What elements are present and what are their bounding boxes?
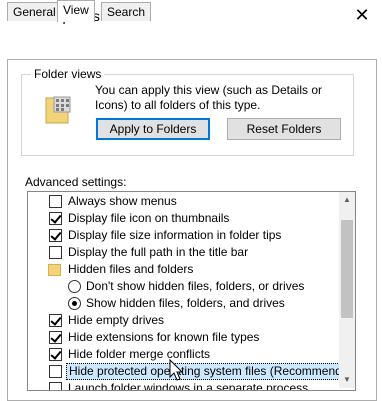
folder-icon <box>45 96 71 124</box>
apply-to-folders-button[interactable]: Apply to Folders <box>96 118 210 140</box>
folder-views-title: Folder views <box>31 67 105 81</box>
mouse-cursor-icon <box>169 359 183 381</box>
tab-search[interactable]: Search <box>101 2 152 21</box>
checkbox[interactable] <box>49 195 62 208</box>
tab-view[interactable]: View <box>57 0 95 22</box>
checkbox[interactable] <box>49 331 62 344</box>
checkbox[interactable] <box>49 314 62 327</box>
radio-button[interactable] <box>68 280 81 293</box>
advanced-settings-list[interactable]: Always show menus Display file icon on t… <box>27 191 356 391</box>
folder-icon <box>48 264 61 276</box>
checkbox[interactable] <box>49 246 62 259</box>
advanced-settings-label: Advanced settings: <box>25 175 127 189</box>
checkbox[interactable] <box>49 382 62 390</box>
checkbox[interactable] <box>49 365 62 378</box>
folder-views-description: You can apply this view (such as Details… <box>95 83 323 112</box>
checkbox[interactable] <box>49 212 62 225</box>
reset-folders-button[interactable]: Reset Folders <box>227 118 341 140</box>
vertical-scrollbar[interactable]: ▲ ▼ <box>339 192 355 388</box>
scrollbar-thumb[interactable] <box>341 220 353 318</box>
scroll-down-icon[interactable]: ▼ <box>339 372 355 388</box>
radio-button[interactable] <box>68 297 81 310</box>
tab-general[interactable]: General <box>7 2 62 21</box>
checkbox[interactable] <box>49 348 62 361</box>
checkbox[interactable] <box>49 229 62 242</box>
close-icon[interactable]: ✕ <box>342 0 382 32</box>
scroll-up-icon[interactable]: ▲ <box>339 192 355 208</box>
